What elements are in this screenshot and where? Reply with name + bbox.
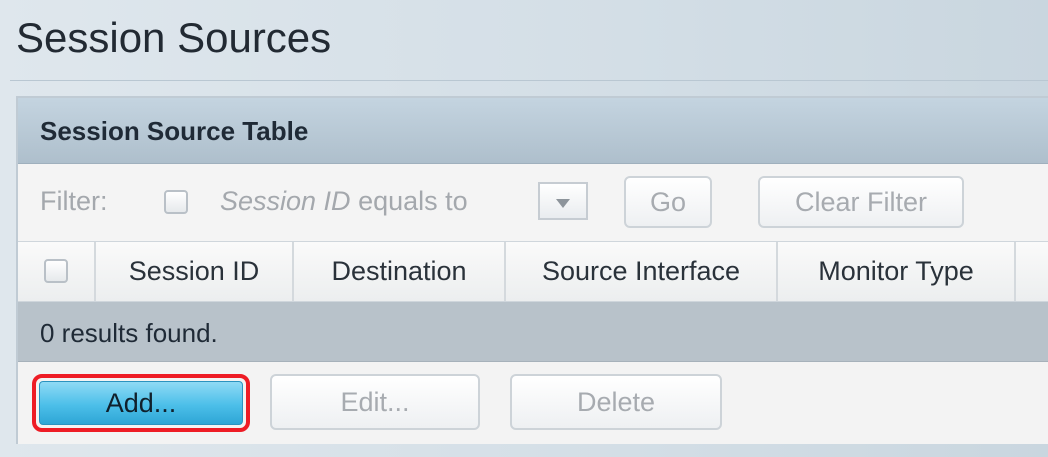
filter-field-name: Session ID	[220, 186, 351, 216]
clear-filter-button[interactable]: Clear Filter	[758, 176, 964, 228]
session-id-select[interactable]	[538, 182, 588, 220]
column-header-monitor-type[interactable]: Monitor Type	[778, 242, 1016, 301]
filter-label: Filter:	[40, 186, 108, 216]
column-header-row: Session ID Destination Source Interface …	[18, 242, 1048, 302]
filter-checkbox[interactable]	[164, 190, 188, 214]
column-header-session-id[interactable]: Session ID	[96, 242, 294, 301]
go-button[interactable]: Go	[624, 176, 712, 228]
column-header-overflow	[1016, 242, 1048, 301]
edit-button[interactable]: Edit...	[270, 374, 480, 430]
table-title: Session Source Table	[40, 116, 309, 146]
select-all-checkbox[interactable]	[44, 259, 68, 283]
delete-button[interactable]: Delete	[510, 374, 722, 430]
results-count: 0 results found.	[40, 318, 218, 348]
table-header-band: Session Source Table	[18, 98, 1048, 164]
filter-row: Filter: Session ID equals to Go Clear Fi…	[18, 164, 1048, 242]
filter-operator: equals to	[350, 186, 468, 216]
page-title: Session Sources	[16, 14, 332, 61]
add-button[interactable]: Add...	[39, 381, 243, 425]
select-all-column	[18, 242, 96, 301]
session-sources-page: Session Sources Session Source Table Fil…	[0, 0, 1048, 457]
add-button-highlight: Add...	[32, 374, 250, 432]
results-row: 0 results found.	[18, 302, 1048, 362]
chevron-down-icon	[556, 199, 570, 208]
column-header-destination[interactable]: Destination	[294, 242, 506, 301]
action-row: Add... Edit... Delete	[18, 362, 1048, 444]
filter-condition: Session ID equals to	[220, 186, 468, 217]
column-header-source-interface[interactable]: Source Interface	[506, 242, 778, 301]
title-divider	[10, 80, 1048, 81]
session-source-table-panel: Session Source Table Filter: Session ID …	[16, 96, 1048, 444]
